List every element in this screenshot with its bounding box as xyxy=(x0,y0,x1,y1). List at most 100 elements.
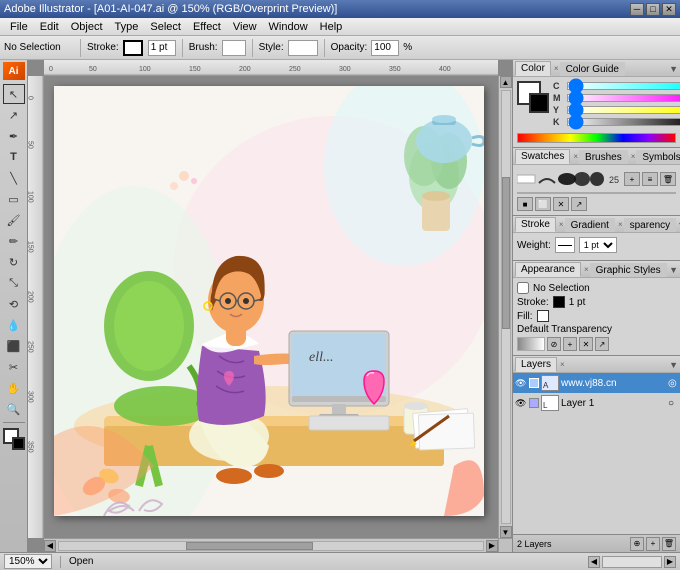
zoom-select[interactable]: 150% 100% 75% 50% xyxy=(4,554,52,569)
scrollbar-thumb[interactable] xyxy=(186,542,313,550)
tab-transparency[interactable]: sparency xyxy=(624,218,677,232)
menu-type[interactable]: Type xyxy=(109,20,145,34)
slider-m[interactable] xyxy=(567,94,680,102)
tool-blend[interactable]: ⟲ xyxy=(3,294,25,314)
layers-new[interactable]: + xyxy=(646,537,660,551)
stroke-close[interactable]: × xyxy=(559,220,564,229)
tab-brushes[interactable]: Brushes xyxy=(579,150,628,164)
appearance-fill-swatch[interactable] xyxy=(537,310,549,322)
tab-gradient[interactable]: Gradient xyxy=(565,218,615,232)
scroll-down-btn[interactable]: ▼ xyxy=(500,526,512,538)
swatch-btn1[interactable]: ■ xyxy=(517,197,533,211)
tab-layers[interactable]: Layers xyxy=(515,357,557,372)
transparency-btn4[interactable]: ↗ xyxy=(595,337,609,351)
layer-row-2[interactable]: 👁 L Layer 1 ○ xyxy=(513,393,680,413)
stroke-box[interactable] xyxy=(12,437,25,450)
tool-pencil[interactable]: ✏ xyxy=(3,231,25,251)
tool-zoom[interactable]: 🔍 xyxy=(3,399,25,419)
tab-stroke[interactable]: Stroke xyxy=(515,217,556,232)
tab-graphic-styles[interactable]: Graphic Styles xyxy=(590,263,667,277)
stroke-color-box[interactable] xyxy=(123,40,143,56)
scroll-thumb-v[interactable] xyxy=(502,177,510,328)
brush-input[interactable] xyxy=(222,40,246,56)
swatch-new[interactable]: + xyxy=(624,172,640,186)
layer-1-eye[interactable]: 👁 xyxy=(515,378,527,389)
scroll-right-btn[interactable]: ▶ xyxy=(486,540,498,552)
slider-y[interactable] xyxy=(567,106,680,114)
stroke-input[interactable] xyxy=(148,40,176,56)
transparency-btn2[interactable]: + xyxy=(563,337,577,351)
opacity-input[interactable] xyxy=(371,40,399,56)
layer-row-1[interactable]: 👁 A www.vj88.cn ◎ xyxy=(513,373,680,393)
swatch-btn4[interactable]: ↗ xyxy=(571,197,587,211)
slider-c[interactable] xyxy=(567,82,680,90)
menu-effect[interactable]: Effect xyxy=(187,20,227,34)
tab-color[interactable]: Color xyxy=(515,61,551,76)
layer-2-eye[interactable]: 👁 xyxy=(515,398,527,409)
tab-appearance[interactable]: Appearance xyxy=(515,262,581,277)
menu-object[interactable]: Object xyxy=(65,20,109,34)
tool-type[interactable]: T xyxy=(3,147,25,167)
appearance-menu[interactable]: ▼ xyxy=(669,265,678,275)
color-panel-menu[interactable]: ▼ xyxy=(669,64,678,74)
layers-delete[interactable]: 🗑 xyxy=(662,537,676,551)
stroke-weight-select[interactable]: 1 pt 2 pt 3 pt xyxy=(579,237,617,253)
layers-close[interactable]: × xyxy=(560,360,565,369)
appearance-checkbox[interactable] xyxy=(517,282,529,294)
color-fill-stroke[interactable] xyxy=(517,81,549,113)
swatches-close[interactable]: × xyxy=(573,152,578,161)
menu-help[interactable]: Help xyxy=(314,20,349,34)
layer-2-thumb: L xyxy=(541,395,559,411)
swatch-btn3[interactable]: ✕ xyxy=(553,197,569,211)
layer-1-target[interactable]: ◎ xyxy=(668,378,678,389)
menu-view[interactable]: View xyxy=(227,20,263,34)
menu-window[interactable]: Window xyxy=(263,20,314,34)
tool-selection[interactable]: ↖ xyxy=(3,84,25,104)
scroll-left-btn[interactable]: ◀ xyxy=(44,540,56,552)
tool-line[interactable]: ╲ xyxy=(3,168,25,188)
menu-file[interactable]: File xyxy=(4,20,34,34)
swatch-menu[interactable]: ≡ xyxy=(642,172,658,186)
tool-direct-selection[interactable]: ↗ xyxy=(3,105,25,125)
tool-scissors[interactable]: ✂ xyxy=(3,357,25,377)
gradient-close[interactable]: × xyxy=(618,220,623,229)
appearance-close[interactable]: × xyxy=(584,265,589,274)
tool-rectangle[interactable]: ▭ xyxy=(3,189,25,209)
layer-2-target[interactable]: ○ xyxy=(668,398,678,409)
swatch-btn2[interactable]: ⬜ xyxy=(535,197,551,211)
status-btn-right[interactable]: ▶ xyxy=(664,556,676,568)
color-close[interactable]: × xyxy=(554,64,559,73)
swatch-delete[interactable]: 🗑 xyxy=(660,172,676,186)
menu-edit[interactable]: Edit xyxy=(34,20,65,34)
transparency-btn1[interactable]: ⊘ xyxy=(547,337,561,351)
brushes-close[interactable]: × xyxy=(631,152,636,161)
tab-symbols[interactable]: Symbols xyxy=(636,150,680,164)
color-spectrum[interactable] xyxy=(517,133,676,143)
scrollbar-vertical[interactable]: ▲ ▼ xyxy=(498,76,512,538)
layers-make-comp[interactable]: ⊕ xyxy=(630,537,644,551)
tool-pen[interactable]: ✒ xyxy=(3,126,25,146)
scroll-up-btn[interactable]: ▲ xyxy=(500,76,512,88)
tool-eyedropper[interactable]: 💧 xyxy=(3,315,25,335)
tool-hand[interactable]: ✋ xyxy=(3,378,25,398)
color-stroke-box[interactable] xyxy=(529,93,549,113)
tab-color-guide[interactable]: Color Guide xyxy=(560,62,625,76)
tool-gradient[interactable]: ⬛ xyxy=(3,336,25,356)
style-input[interactable] xyxy=(288,40,318,56)
canvas-area[interactable]: 0 50 100 150 200 250 300 350 400 0 50 10… xyxy=(28,60,512,552)
tool-scale[interactable]: ⤡ xyxy=(3,273,25,293)
fill-stroke-boxes[interactable] xyxy=(3,428,25,450)
tool-paintbrush[interactable]: 🖌 xyxy=(3,210,25,230)
close-button[interactable]: ✕ xyxy=(662,3,676,16)
menu-select[interactable]: Select xyxy=(144,20,187,34)
appearance-stroke-swatch[interactable] xyxy=(553,296,565,308)
scrollbar-horizontal[interactable]: ◀ ▶ xyxy=(44,538,498,552)
layers-menu[interactable]: ▼ xyxy=(669,360,678,370)
transparency-btn3[interactable]: ✕ xyxy=(579,337,593,351)
tool-rotate[interactable]: ↻ xyxy=(3,252,25,272)
tab-swatches[interactable]: Swatches xyxy=(515,149,570,164)
slider-k[interactable] xyxy=(567,118,680,126)
minimize-button[interactable]: ─ xyxy=(630,3,644,16)
status-btn-left[interactable]: ◀ xyxy=(588,556,600,568)
maximize-button[interactable]: □ xyxy=(646,3,660,16)
